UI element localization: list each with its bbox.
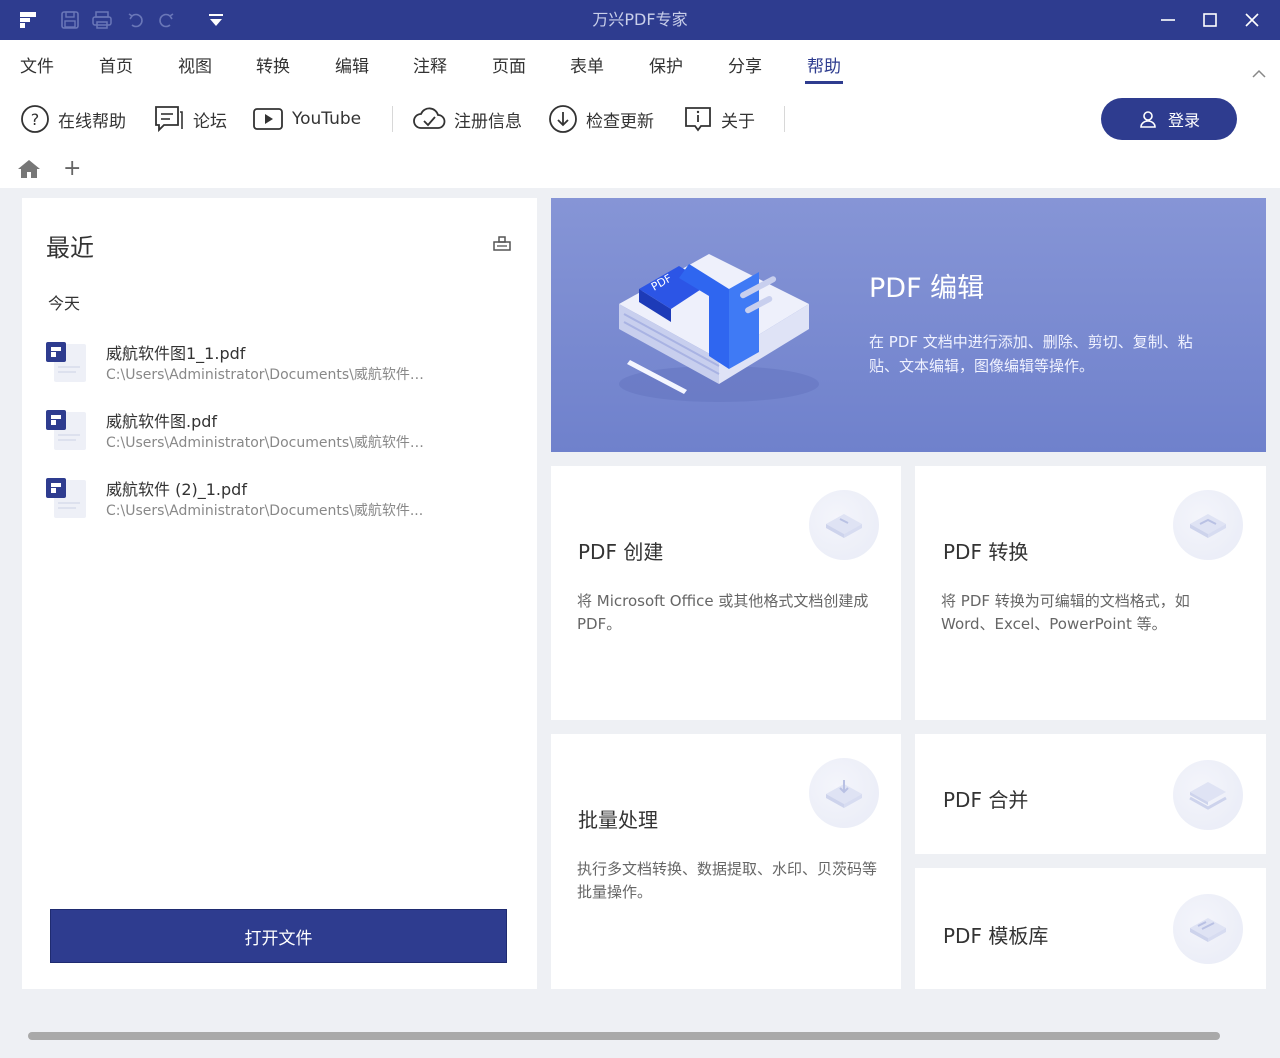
menu-home[interactable]: 首页 (99, 52, 133, 77)
login-label: 登录 (1168, 107, 1200, 131)
toolbar-divider (392, 106, 393, 132)
register-info-label: 注册信息 (454, 107, 522, 132)
document-tab-strip: + (0, 150, 1280, 188)
user-icon (1138, 109, 1158, 129)
download-circle-icon (548, 104, 578, 134)
pdf-create-card[interactable]: PDF 创建 将 Microsoft Office 或其他格式文档创建成 PDF… (551, 466, 901, 720)
pdf-convert-icon (1173, 490, 1243, 560)
batch-process-title: 批量处理 (578, 804, 658, 833)
horizontal-scrollbar[interactable] (28, 1032, 1220, 1040)
file-path: C:\Users\Administrator\Documents\威航软件图..… (106, 432, 426, 452)
menu-comment[interactable]: 注释 (413, 52, 447, 77)
register-info-button[interactable]: 注册信息 (412, 102, 522, 136)
pdf-template-icon (1173, 894, 1243, 964)
pdf-edit-title: PDF 编辑 (869, 266, 984, 305)
minimize-button[interactable] (1147, 0, 1189, 40)
pdf-merge-icon (1173, 760, 1243, 830)
menu-page[interactable]: 页面 (492, 52, 526, 77)
pdf-file-icon (46, 340, 90, 388)
pdf-merge-card[interactable]: PDF 合并 (915, 734, 1266, 854)
forum-label: 论坛 (193, 107, 227, 132)
check-update-button[interactable]: 检查更新 (548, 102, 654, 136)
batch-process-card[interactable]: 批量处理 执行多文档转换、数据提取、水印、贝茨码等批量操作。 (551, 734, 901, 989)
pdf-convert-title: PDF 转换 (943, 536, 1028, 565)
open-file-button[interactable]: 打开文件 (50, 909, 507, 963)
menu-view[interactable]: 视图 (178, 52, 212, 77)
menu-protect[interactable]: 保护 (649, 52, 683, 77)
menu-form[interactable]: 表单 (570, 52, 604, 77)
question-circle-icon: ? (20, 104, 50, 134)
youtube-button[interactable]: YouTube (252, 102, 361, 136)
home-icon[interactable] (16, 158, 42, 184)
menu-share[interactable]: 分享 (728, 52, 762, 77)
file-name: 威航软件图1_1.pdf (106, 340, 245, 364)
about-label: 关于 (721, 107, 755, 132)
check-update-label: 检查更新 (586, 107, 654, 132)
pdf-file-icon (46, 476, 90, 524)
pdf-create-title: PDF 创建 (578, 536, 663, 565)
pdf-merge-title: PDF 合并 (943, 784, 1028, 813)
new-tab-icon[interactable]: + (63, 156, 81, 181)
online-help-label: 在线帮助 (58, 107, 126, 132)
recent-files-panel: 最近 今天 威航软件图1_1.pdf C:\Users\Administrato… (22, 198, 537, 989)
undo-icon[interactable] (120, 0, 152, 40)
app-logo-icon[interactable] (12, 0, 44, 40)
pdf-create-icon (809, 490, 879, 560)
batch-process-icon (809, 758, 879, 828)
title-bar: 万兴PDF专家 (0, 0, 1280, 40)
forum-icon (153, 104, 185, 134)
file-path: C:\Users\Administrator\Documents\威航软件图..… (106, 364, 426, 384)
forum-button[interactable]: 论坛 (153, 102, 227, 136)
pdf-template-title: PDF 模板库 (943, 920, 1048, 949)
collapse-ribbon-icon[interactable] (1252, 64, 1266, 83)
about-button[interactable]: 关于 (683, 102, 755, 136)
login-button[interactable]: 登录 (1101, 98, 1237, 140)
menu-file[interactable]: 文件 (20, 52, 54, 77)
menu-convert[interactable]: 转换 (256, 52, 290, 77)
menu-bar: 文件 首页 视图 转换 编辑 注释 页面 表单 保护 分享 帮助 (0, 40, 1280, 88)
recent-file-item[interactable]: 威航软件 (2)_1.pdf C:\Users\Administrator\Do… (46, 472, 526, 532)
maximize-button[interactable] (1189, 0, 1231, 40)
pdf-convert-card[interactable]: PDF 转换 将 PDF 转换为可编辑的文档格式，如 Word、Excel、Po… (915, 466, 1266, 720)
menu-help[interactable]: 帮助 (807, 52, 841, 77)
play-icon (252, 106, 284, 132)
pdf-edit-card[interactable]: PDF PDF 编辑 在 PDF 文档中进行添加、删除、剪切、复制、粘贴、文本编… (551, 198, 1266, 452)
file-name: 威航软件图.pdf (106, 408, 217, 432)
close-button[interactable] (1231, 0, 1273, 40)
toolbar-divider (784, 106, 785, 132)
recent-file-item[interactable]: 威航软件图.pdf C:\Users\Administrator\Documen… (46, 404, 526, 464)
pdf-convert-description: 将 PDF 转换为可编辑的文档格式，如 Word、Excel、PowerPoin… (941, 590, 1241, 636)
svg-text:?: ? (31, 110, 40, 129)
pdf-edit-description: 在 PDF 文档中进行添加、删除、剪切、复制、粘贴、文本编辑，图像编辑等操作。 (869, 330, 1219, 378)
info-icon (683, 104, 713, 134)
recent-file-item[interactable]: 威航软件图1_1.pdf C:\Users\Administrator\Docu… (46, 336, 526, 396)
online-help-button[interactable]: ? 在线帮助 (20, 102, 126, 136)
pdf-template-card[interactable]: PDF 模板库 (915, 868, 1266, 989)
pdf-file-icon (46, 408, 90, 456)
file-path: C:\Users\Administrator\Documents\威航软件... (106, 500, 426, 520)
batch-process-description: 执行多文档转换、数据提取、水印、贝茨码等批量操作。 (577, 858, 882, 904)
recent-heading: 最近 (46, 228, 94, 263)
file-name: 威航软件 (2)_1.pdf (106, 476, 247, 500)
pdf-create-description: 将 Microsoft Office 或其他格式文档创建成 PDF。 (577, 590, 882, 636)
redo-icon[interactable] (150, 0, 182, 40)
recent-group-today: 今天 (48, 290, 80, 314)
pdf-edit-illustration-icon: PDF (599, 234, 839, 418)
print-icon[interactable] (86, 0, 118, 40)
save-icon[interactable] (54, 0, 86, 40)
clear-recent-icon[interactable] (492, 234, 512, 256)
cloud-check-icon (412, 104, 446, 134)
youtube-label: YouTube (292, 109, 361, 129)
menu-edit[interactable]: 编辑 (335, 52, 369, 77)
window-title: 万兴PDF专家 (0, 0, 1280, 40)
customize-dropdown-icon[interactable] (200, 0, 232, 40)
